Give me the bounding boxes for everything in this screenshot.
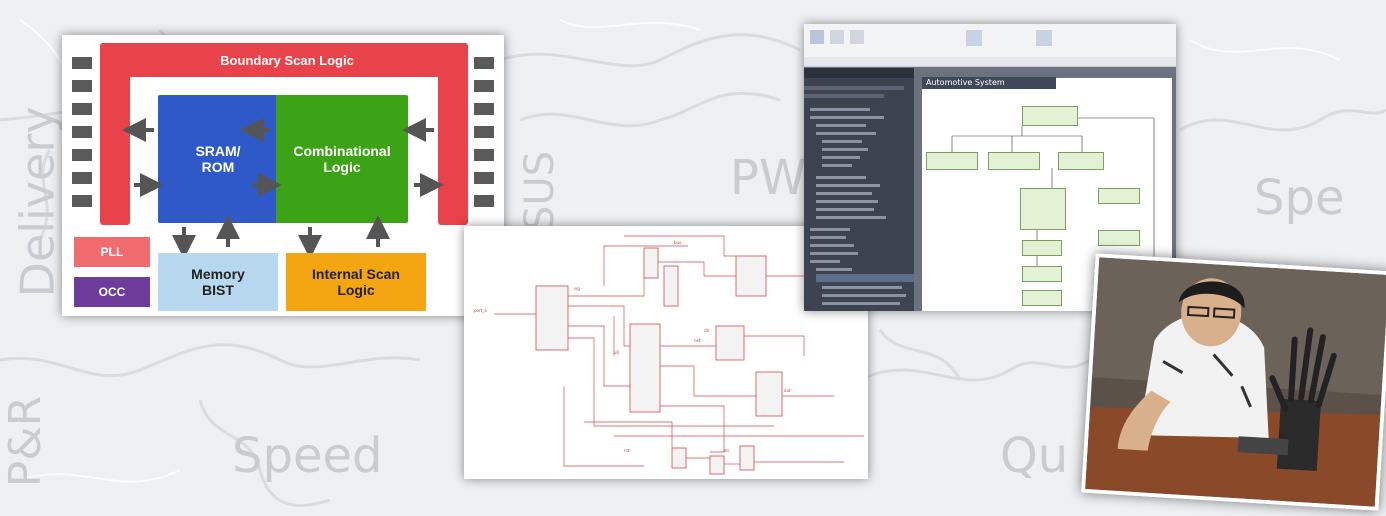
tree-row[interactable] [816,192,872,195]
tree-row[interactable] [822,148,868,151]
bg-word-delivery: Delivery [10,106,65,298]
tree-row[interactable] [816,200,878,203]
svg-text:bus: bus [674,240,681,245]
memory-bist-block: Memory BIST [158,253,278,311]
tree-row[interactable] [810,228,850,231]
ribbon-icon-1 [810,30,824,44]
ribbon-icon-2 [830,30,844,44]
tree-row[interactable] [816,208,874,211]
diagram-tab-title[interactable]: Automotive System Requirements [922,77,1056,99]
requirement-box[interactable] [1020,188,1066,230]
tree-row[interactable] [804,86,904,90]
svg-text:clk: clk [704,328,710,333]
requirement-box[interactable] [926,152,978,170]
svg-text:sig: sig [574,286,580,291]
bg-word-qu: Qu [1000,428,1069,484]
tree-row[interactable] [810,108,870,111]
svg-text:rst: rst [624,448,630,453]
requirement-box[interactable] [1098,188,1140,204]
tree-row[interactable] [810,244,854,247]
browser-header [804,68,914,78]
internal-scan-block: Internal Scan Logic [286,253,426,311]
bg-word-pw: PW [730,150,807,206]
svg-text:u0: u0 [614,350,620,355]
ribbon-icon-3 [850,30,864,44]
requirement-box[interactable] [1022,290,1062,306]
robot-hand-photo [1080,253,1386,511]
requirement-box[interactable] [1022,240,1062,256]
requirement-box[interactable] [1022,266,1062,282]
svg-text:out: out [784,388,791,393]
bg-word-speed: Speed [232,428,383,484]
ribbon-divider [804,57,1176,66]
tree-row[interactable] [822,140,862,143]
svg-text:net: net [694,338,701,343]
requirement-box[interactable] [1098,230,1140,246]
bg-word-spe: Spe [1254,170,1345,226]
toolbar-ribbon [804,24,1176,67]
tree-row[interactable] [816,124,866,127]
requirement-box[interactable] [1022,106,1078,126]
requirement-box[interactable] [1058,152,1104,170]
tree-row[interactable] [816,184,880,187]
pll-block: PLL [74,237,150,267]
project-browser [804,68,914,311]
boundary-scan-diagram: Boundary Scan Logic SRAM/ ROM Combinatio… [62,35,504,316]
tree-row[interactable] [816,216,886,219]
tree-row[interactable] [822,294,906,297]
tree-row[interactable] [816,268,852,271]
requirement-box[interactable] [988,152,1040,170]
tree-row[interactable] [822,286,902,289]
ribbon-icon-5 [1036,30,1052,46]
signal-arrows [122,118,444,259]
tree-row[interactable] [822,164,852,167]
occ-block: OCC [74,277,150,307]
tree-row[interactable] [810,260,840,263]
tree-row[interactable] [804,94,884,98]
tree-row-selected[interactable] [816,274,914,282]
svg-text:port_a: port_a [474,308,487,313]
tree-row[interactable] [822,156,860,159]
tree-row[interactable] [810,236,846,239]
tree-row[interactable] [822,302,900,305]
bg-word-sus: SUS [517,150,564,232]
svg-text:en: en [724,448,729,453]
bg-word-p-and-r: P&R [0,395,52,488]
ribbon-icon-4 [966,30,982,46]
tree-row[interactable] [810,252,858,255]
tree-row[interactable] [816,176,866,179]
photo-drawing [1085,257,1386,507]
tree-row[interactable] [810,116,884,119]
tree-row[interactable] [816,132,876,135]
